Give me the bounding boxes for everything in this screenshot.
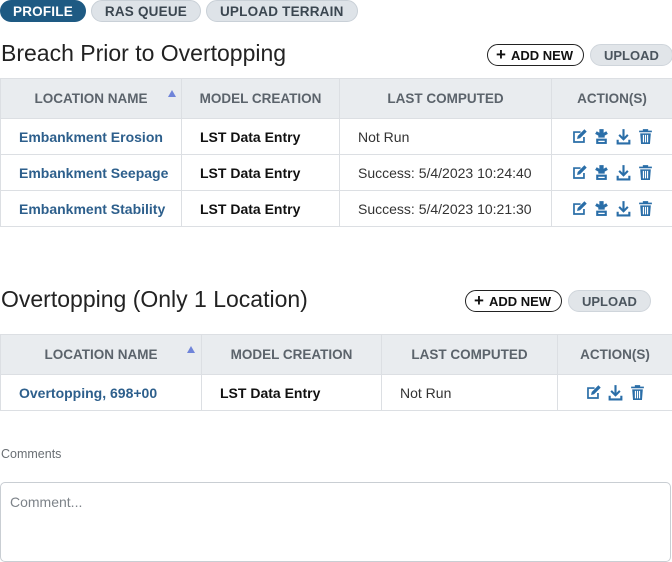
trash-icon[interactable]: [629, 384, 646, 401]
overtopping-upload-button[interactable]: UPLOAD: [568, 290, 651, 312]
last-computed-cell: Success: 5/4/2023 10:24:40: [339, 154, 552, 191]
plus-icon: +: [474, 291, 484, 310]
table-header-row: LOCATION NAME MODEL CREATION LAST COMPUT…: [0, 78, 672, 119]
col-location-name-label: LOCATION NAME: [34, 91, 148, 106]
action-icons: [571, 128, 654, 145]
compute-icon[interactable]: [593, 200, 610, 217]
compute-icon[interactable]: [593, 128, 610, 145]
tab-ras-queue[interactable]: RAS QUEUE: [90, 0, 201, 22]
location-link[interactable]: Overtopping, 698+00: [0, 374, 202, 411]
trash-icon[interactable]: [637, 164, 654, 181]
location-link[interactable]: Embankment Seepage: [0, 154, 182, 191]
col-location-name[interactable]: LOCATION NAME: [0, 78, 182, 119]
add-new-label: ADD NEW: [510, 47, 574, 63]
action-icons: [571, 200, 654, 217]
table-row: Overtopping, 698+00 LST Data Entry Not R…: [0, 374, 672, 411]
actions-cell: [557, 374, 672, 411]
last-computed-cell: Success: 5/4/2023 10:21:30: [339, 190, 552, 227]
model-creation-cell: LST Data Entry: [181, 190, 340, 227]
top-tabs: PROFILE RAS QUEUE UPLOAD TERRAIN: [0, 0, 358, 22]
table-row: Embankment Stability LST Data Entry Succ…: [0, 190, 672, 227]
actions-cell: [551, 190, 672, 227]
location-link[interactable]: Embankment Stability: [0, 190, 182, 227]
tab-upload-terrain[interactable]: UPLOAD TERRAIN: [205, 0, 358, 22]
sort-asc-icon: [187, 346, 195, 353]
breach-section-title: Breach Prior to Overtopping: [1, 40, 287, 66]
breach-add-new-button[interactable]: + ADD NEW: [487, 44, 585, 66]
overtopping-section-title: Overtopping (Only 1 Location): [1, 286, 308, 312]
edit-icon[interactable]: [571, 200, 588, 217]
col-actions: ACTION(S): [551, 78, 672, 119]
last-computed-cell: Not Run: [339, 118, 552, 155]
model-creation-cell: LST Data Entry: [181, 118, 340, 155]
col-last-computed: LAST COMPUTED: [339, 78, 552, 119]
col-actions: ACTION(S): [557, 334, 672, 375]
sort-asc-icon: [168, 90, 176, 97]
table-header-row: LOCATION NAME MODEL CREATION LAST COMPUT…: [0, 334, 672, 375]
edit-icon[interactable]: [571, 128, 588, 145]
action-icons: [571, 164, 654, 181]
overtopping-table: LOCATION NAME MODEL CREATION LAST COMPUT…: [0, 334, 672, 411]
last-computed-cell: Not Run: [381, 374, 558, 411]
col-last-computed: LAST COMPUTED: [381, 334, 558, 375]
plus-icon: +: [496, 45, 506, 64]
action-icons: [585, 384, 646, 401]
comment-input[interactable]: [0, 482, 671, 562]
download-icon[interactable]: [615, 128, 632, 145]
comments-label: Comments: [1, 447, 62, 461]
actions-cell: [551, 118, 672, 155]
location-link[interactable]: Embankment Erosion: [0, 118, 182, 155]
download-icon[interactable]: [615, 164, 632, 181]
tab-profile[interactable]: PROFILE: [0, 0, 86, 22]
download-icon[interactable]: [607, 384, 624, 401]
edit-icon[interactable]: [585, 384, 602, 401]
breach-upload-button[interactable]: UPLOAD: [590, 44, 672, 66]
add-new-label: ADD NEW: [488, 293, 552, 309]
download-icon[interactable]: [615, 200, 632, 217]
model-creation-cell: LST Data Entry: [201, 374, 382, 411]
table-row: Embankment Seepage LST Data Entry Succes…: [0, 154, 672, 191]
actions-cell: [551, 154, 672, 191]
col-location-name[interactable]: LOCATION NAME: [0, 334, 202, 375]
model-creation-cell: LST Data Entry: [181, 154, 340, 191]
trash-icon[interactable]: [637, 128, 654, 145]
col-model-creation: MODEL CREATION: [181, 78, 340, 119]
trash-icon[interactable]: [637, 200, 654, 217]
table-row: Embankment Erosion LST Data Entry Not Ru…: [0, 118, 672, 155]
edit-icon[interactable]: [571, 164, 588, 181]
overtopping-add-new-button[interactable]: + ADD NEW: [465, 290, 563, 312]
breach-table: LOCATION NAME MODEL CREATION LAST COMPUT…: [0, 78, 672, 227]
col-location-name-label: LOCATION NAME: [44, 347, 158, 362]
compute-icon[interactable]: [593, 164, 610, 181]
col-model-creation: MODEL CREATION: [201, 334, 382, 375]
